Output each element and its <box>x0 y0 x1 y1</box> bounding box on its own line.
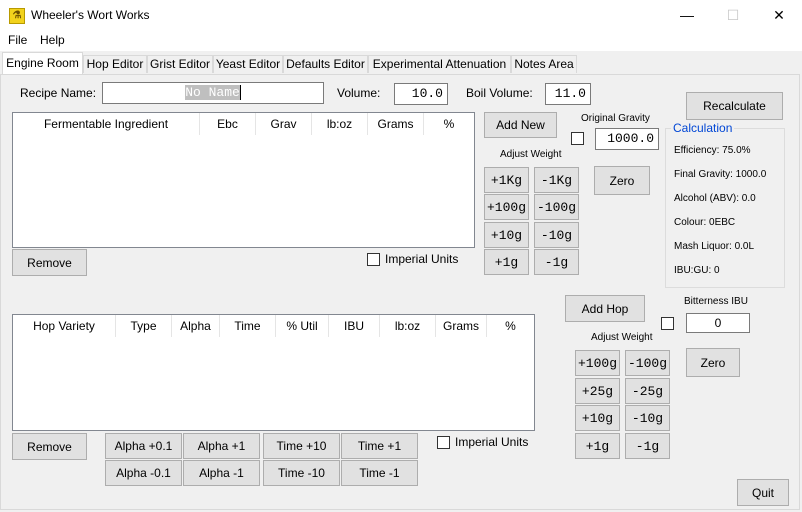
alpha-minus-1-button[interactable]: Alpha -1 <box>183 460 260 486</box>
fermentable-minus-1g-button[interactable]: -1g <box>534 249 579 275</box>
fermentable-plus-1kg-button[interactable]: +1Kg <box>484 167 529 193</box>
hop-zero-button[interactable]: Zero <box>686 348 740 377</box>
col-lb-oz[interactable]: lb:oz <box>312 113 368 135</box>
gravity-zero-button[interactable]: Zero <box>594 166 650 195</box>
tab-engine-room[interactable]: Engine Room <box>2 52 83 74</box>
time-plus-10-button[interactable]: Time +10 <box>263 433 340 459</box>
menu-bar <box>0 31 802 51</box>
menu-help[interactable]: Help <box>40 33 65 47</box>
hop-adjust-weight-label: Adjust Weight <box>591 332 653 343</box>
col-hop-variety[interactable]: Hop Variety <box>13 315 116 337</box>
time-plus-1-button[interactable]: Time +1 <box>341 433 418 459</box>
col-hop-lb-oz[interactable]: lb:oz <box>380 315 436 337</box>
tab-experimental-attenuation[interactable]: Experimental Attenuation <box>368 55 511 73</box>
add-new-fermentable-button[interactable]: Add New <box>484 112 557 138</box>
hop-minus-100g-button[interactable]: -100g <box>625 350 670 376</box>
fermentable-plus-100g-button[interactable]: +100g <box>484 194 529 220</box>
col-grav[interactable]: Grav <box>256 113 312 135</box>
volume-label: Volume: <box>337 86 381 100</box>
window-title: Wheeler's Wort Works <box>31 8 150 22</box>
col-hop-grams[interactable]: Grams <box>436 315 487 337</box>
volume-input[interactable]: 10.0 <box>394 83 448 105</box>
recipe-name-label: Recipe Name: <box>20 86 97 100</box>
minimize-button[interactable]: — <box>664 0 710 31</box>
menu-file[interactable]: File <box>8 33 27 47</box>
time-minus-1-button[interactable]: Time -1 <box>341 460 418 486</box>
time-minus-10-button[interactable]: Time -10 <box>263 460 340 486</box>
fermentables-list[interactable]: Fermentable Ingredient Ebc Grav lb:oz Gr… <box>12 112 475 248</box>
fermentable-plus-10g-button[interactable]: +10g <box>484 222 529 248</box>
hops-list[interactable]: Hop Variety Type Alpha Time % Util IBU l… <box>12 314 535 431</box>
bitterness-checkbox[interactable] <box>661 317 674 330</box>
col-ebc[interactable]: Ebc <box>200 113 256 135</box>
hop-plus-10g-button[interactable]: +10g <box>575 405 620 431</box>
calc-ibu-gu: IBU:GU: 0 <box>674 265 720 276</box>
col-time[interactable]: Time <box>220 315 276 337</box>
hop-plus-100g-button[interactable]: +100g <box>575 350 620 376</box>
remove-hop-button[interactable]: Remove <box>12 433 87 460</box>
boil-volume-label: Boil Volume: <box>466 86 533 100</box>
col-type[interactable]: Type <box>116 315 172 337</box>
col-hop-percent[interactable]: % <box>487 315 534 337</box>
tab-yeast-editor[interactable]: Yeast Editor <box>213 55 283 73</box>
add-hop-button[interactable]: Add Hop <box>565 295 645 322</box>
col-alpha[interactable]: Alpha <box>172 315 220 337</box>
alpha-plus-1-button[interactable]: Alpha +1 <box>183 433 260 459</box>
hops-imperial-checkbox[interactable] <box>437 436 450 449</box>
fermentable-plus-1g-button[interactable]: +1g <box>484 249 529 275</box>
boil-volume-input[interactable]: 11.0 <box>545 83 591 105</box>
recipe-name-input[interactable]: No Name <box>102 82 324 104</box>
col-percent[interactable]: % <box>424 113 474 135</box>
hop-minus-1g-button[interactable]: -1g <box>625 433 670 459</box>
tab-grist-editor[interactable]: Grist Editor <box>147 55 213 73</box>
app-icon: ⚗ <box>9 8 25 24</box>
fermentables-imperial-checkbox[interactable] <box>367 253 380 266</box>
calc-colour: Colour: 0EBC <box>674 217 736 228</box>
fermentables-imperial-label: Imperial Units <box>385 252 459 266</box>
hops-imperial-label: Imperial Units <box>455 435 529 449</box>
original-gravity-checkbox[interactable] <box>571 132 584 145</box>
tab-defaults-editor[interactable]: Defaults Editor <box>283 55 368 73</box>
tab-notes-area[interactable]: Notes Area <box>511 55 577 73</box>
alpha-minus-0-1-button[interactable]: Alpha -0.1 <box>105 460 182 486</box>
col-fermentable-ingredient[interactable]: Fermentable Ingredient <box>13 113 200 135</box>
col-util[interactable]: % Util <box>276 315 329 337</box>
calculation-title: Calculation <box>671 121 735 135</box>
quit-button[interactable]: Quit <box>737 479 789 506</box>
calc-final-gravity: Final Gravity: 1000.0 <box>674 169 767 180</box>
remove-fermentable-button[interactable]: Remove <box>12 249 87 276</box>
calc-mash-liquor: Mash Liquor: 0.0L <box>674 241 755 252</box>
calc-alcohol: Alcohol (ABV): 0.0 <box>674 193 756 204</box>
hop-minus-10g-button[interactable]: -10g <box>625 405 670 431</box>
close-button[interactable]: ✕ <box>756 0 802 31</box>
bitterness-ibu-label: Bitterness IBU <box>684 296 748 307</box>
bitterness-ibu-input[interactable]: 0 <box>686 313 750 333</box>
fermentable-minus-10g-button[interactable]: -10g <box>534 222 579 248</box>
original-gravity-label: Original Gravity <box>581 113 650 124</box>
maximize-button[interactable]: ☐ <box>710 0 756 31</box>
fermentable-minus-100g-button[interactable]: -100g <box>534 194 579 220</box>
alpha-plus-0-1-button[interactable]: Alpha +0.1 <box>105 433 182 459</box>
original-gravity-input[interactable]: 1000.0 <box>595 128 659 150</box>
hop-minus-25g-button[interactable]: -25g <box>625 378 670 404</box>
recalculate-button[interactable]: Recalculate <box>686 92 783 120</box>
hop-plus-1g-button[interactable]: +1g <box>575 433 620 459</box>
recipe-name-placeholder: No Name <box>185 85 240 100</box>
fermentable-adjust-weight-label: Adjust Weight <box>500 149 562 160</box>
col-ibu[interactable]: IBU <box>329 315 380 337</box>
fermentable-minus-1kg-button[interactable]: -1Kg <box>534 167 579 193</box>
calc-efficiency: Efficiency: 75.0% <box>674 145 751 156</box>
hop-plus-25g-button[interactable]: +25g <box>575 378 620 404</box>
col-grams[interactable]: Grams <box>368 113 424 135</box>
tab-hop-editor[interactable]: Hop Editor <box>83 55 147 73</box>
